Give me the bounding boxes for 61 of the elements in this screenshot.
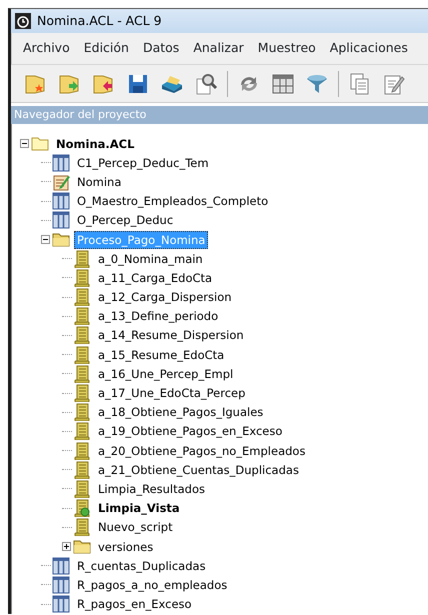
- tree-item[interactable]: a_14_Resume_Dispersion: [95, 326, 247, 344]
- tree-item[interactable]: Nuevo_script: [95, 518, 176, 536]
- table-icon: [52, 211, 70, 230]
- script-icon: [73, 364, 91, 383]
- collapse-toggle[interactable]: [41, 235, 50, 244]
- tree-item[interactable]: a_20_Obtiene_Pagos_no_Empleados: [95, 442, 308, 460]
- tree-item[interactable]: O_Maestro_Empleados_Completo: [74, 192, 272, 210]
- folder-icon: [73, 538, 91, 556]
- script-icon: [73, 307, 91, 326]
- tree-item[interactable]: a_18_Obtiene_Pagos_Iguales: [95, 403, 266, 422]
- menu-item[interactable]: Edición: [76, 37, 136, 60]
- window-title: Nomina.ACL - ACL 9: [37, 12, 162, 30]
- panel-title: Navegador del proyecto: [11, 106, 428, 124]
- table-icon: [52, 576, 70, 594]
- script-icon: [73, 346, 91, 364]
- script-icon: [73, 422, 91, 440]
- script-icon: [73, 384, 91, 402]
- table-icon: [52, 154, 70, 172]
- tree-item[interactable]: Limpia_Vista: [95, 499, 183, 518]
- tree-item[interactable]: Nomina: [74, 172, 124, 191]
- tree-item[interactable]: R_pagos_en_Exceso: [74, 595, 195, 614]
- tree-item[interactable]: R_pagos_a_no_empleados: [74, 576, 230, 594]
- script-icon: [73, 442, 91, 460]
- tree-item[interactable]: a_12_Carga_Dispersion: [95, 288, 235, 306]
- tree-item[interactable]: R_cuentas_Duplicadas: [74, 556, 209, 575]
- tree-item[interactable]: a_16_Une_Percep_Empl: [95, 364, 236, 383]
- script-icon: [73, 250, 91, 268]
- script-icon: [73, 480, 91, 498]
- tree-item[interactable]: a_19_Obtiene_Pagos_en_Exceso: [95, 422, 286, 440]
- tree-item[interactable]: a_13_Define_periodo: [95, 307, 222, 326]
- tree-item[interactable]: a_17_Une_EdoCta_Percep: [95, 384, 248, 402]
- script-icon: [73, 499, 91, 518]
- tree-item[interactable]: a_11_Carga_EdoCta: [95, 268, 216, 287]
- tree-item[interactable]: O_Percep_Deduc: [74, 211, 176, 230]
- tree-item[interactable]: a_15_Resume_EdoCta: [95, 346, 228, 364]
- expand-toggle[interactable]: [62, 542, 71, 552]
- collapse-toggle[interactable]: [20, 139, 29, 148]
- script-icon: [73, 403, 91, 422]
- folder-icon: [31, 134, 49, 153]
- table-icon: [52, 595, 70, 614]
- menu-item[interactable]: Datos: [136, 37, 186, 60]
- tree-item[interactable]: a_0_Nomina_main: [95, 250, 206, 268]
- menu-item[interactable]: Aplicaciones: [322, 37, 415, 60]
- script-icon: [73, 326, 91, 344]
- menu-item[interactable]: Analizar: [186, 37, 251, 60]
- tree-item[interactable]: Limpia_Resultados: [95, 480, 208, 498]
- table-icon: [52, 192, 70, 210]
- script-icon: [73, 460, 91, 479]
- folder-icon: [52, 230, 70, 249]
- menu-item[interactable]: Muestreo: [250, 37, 323, 60]
- app-icon: [15, 13, 31, 29]
- table-icon: [52, 556, 70, 575]
- menu-item[interactable]: Archivo: [16, 37, 77, 60]
- script-icon: [73, 268, 91, 287]
- notepad-icon: [52, 172, 70, 191]
- tree-item[interactable]: C1_Percep_Deduc_Tem: [74, 154, 212, 172]
- tree-item[interactable]: versiones: [95, 538, 156, 556]
- tree-item[interactable]: Nomina.ACL: [53, 134, 138, 153]
- script-icon: [73, 518, 91, 536]
- tree-item[interactable]: a_21_Obtiene_Cuentas_Duplicadas: [95, 460, 302, 479]
- script-icon: [73, 288, 91, 306]
